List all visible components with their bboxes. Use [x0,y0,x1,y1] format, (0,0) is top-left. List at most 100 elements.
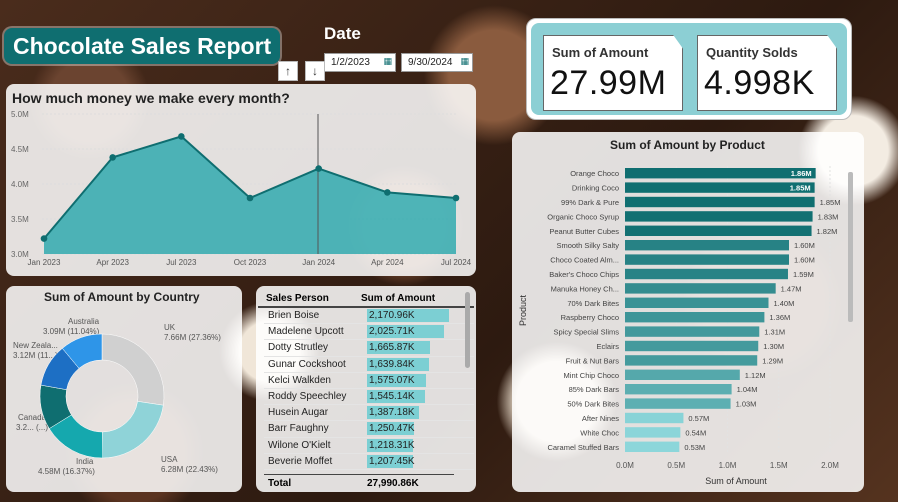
donut-slice-usa[interactable] [102,401,164,459]
x-tick-label: Apr 2024 [371,258,404,267]
bar[interactable] [625,441,680,452]
value-label: 1.85M [790,184,811,193]
amount-cell: 2,170.96K [367,309,449,323]
bar[interactable] [625,326,760,337]
x-tick-label: 1.0M [719,461,737,470]
amount-cell: 2,025.71K [367,325,449,339]
bar[interactable] [625,312,765,323]
bar[interactable] [625,369,740,380]
x-tick-label: Oct 2023 [234,258,267,267]
table-row[interactable]: Roddy Speechley 1,545.14K [264,389,474,406]
product-bar-chart[interactable]: Sum of Amount Product 0.0M 0.5M 1.0M 1.5M 2.… [512,132,864,492]
sales-person-name: Wilone O'Kielt [268,439,331,451]
donut-label: 3.12M (11...) [13,351,58,360]
value-label: 1.04M [737,385,758,394]
data-point[interactable] [178,133,185,140]
kpi-value: 27.99M [550,64,667,102]
bar[interactable] [625,412,684,424]
donut-label: India [76,457,94,466]
bar[interactable] [625,268,788,280]
bar[interactable] [625,225,812,236]
value-label: 1.31M [764,328,785,337]
data-point[interactable] [109,154,116,161]
bar[interactable] [625,254,789,265]
category-label: Fruit & Nut Bars [566,356,620,365]
country-donut-chart[interactable]: UK 7.66M (27.36%) USA 6.28M (22.43%) Ind… [6,286,242,492]
end-date-input[interactable]: 9/30/2024 ▦ [401,53,473,72]
bar[interactable] [625,297,769,308]
y-tick-label: 4.5M [11,145,29,154]
category-label: 85% Dark Bars [569,385,620,394]
table-row[interactable]: Husein Augar 1,387.18K [264,405,474,422]
table-row[interactable]: Dotty Strutley 1,665.87K [264,340,474,357]
value-label: 1.47M [781,284,802,293]
data-point[interactable] [384,189,391,196]
value-label: 1.03M [736,400,757,409]
kpi-label: Quantity Solds [706,45,798,60]
data-point[interactable] [246,194,254,202]
end-date-value: 9/30/2024 [408,57,453,68]
donut-label: Australia [68,317,100,326]
column-header-amount[interactable]: Sum of Amount [361,293,443,304]
category-label: Smooth Silky Salty [556,241,619,250]
value-label: 1.40M [774,299,795,308]
table-row[interactable]: Beverie Moffet 1,207.45K [264,454,474,470]
bar[interactable] [625,196,815,208]
data-point[interactable] [315,165,322,172]
amount-value: 1,218.31K [369,439,415,451]
category-label: Peanut Butter Cubes [549,227,619,236]
drill-up-button[interactable]: ↑ [278,61,298,81]
table-row[interactable]: Barr Faughny 1,250.47K [264,421,474,438]
value-label: 0.53M [684,443,705,452]
category-label: After Nines [582,414,619,423]
bar[interactable] [625,168,816,179]
table-row[interactable]: Gunar Cockshoot 1,639.84K [264,357,474,373]
amount-value: 1,387.18K [369,407,415,419]
x-axis-label: Sum of Amount [705,476,767,486]
table-row[interactable]: Kelci Walkden 1,575.07K [264,373,474,389]
donut-slice-uk[interactable] [101,333,165,406]
donut-label: 3.2... (...) [16,423,48,432]
value-label: 1.85M [820,198,841,207]
donut-label: 6.28M (22.43%) [161,465,218,474]
sales-person-table[interactable]: Sales Person Sum of Amount Brien Boise 2,… [258,286,474,492]
bar[interactable] [625,283,776,294]
bar[interactable] [625,398,731,409]
table-row[interactable]: Madelene Upcott 2,025.71K [264,324,474,341]
donut-label: 7.66M (27.36%) [164,333,221,342]
scrollbar[interactable] [848,172,853,322]
bar[interactable] [625,240,789,251]
scrollbar[interactable] [465,292,470,368]
amount-cell: 1,207.45K [367,454,449,468]
category-label: Eclairs [596,342,619,351]
table-total-row: Total 27,990.86K [264,474,454,489]
bar[interactable] [625,427,681,438]
category-label: Caramel Stuffed Bars [547,443,619,452]
x-tick-label: Jul 2023 [166,258,197,267]
bar[interactable] [625,182,815,193]
calendar-icon[interactable]: ▦ [460,56,469,67]
value-label: 0.54M [685,428,706,437]
value-label: 0.57M [688,414,709,423]
table-row[interactable]: Brien Boise 2,170.96K [264,308,474,325]
category-label: Choco Coated Alm... [550,256,619,265]
value-label: 1.30M [763,342,784,351]
monthly-line-chart[interactable]: 5.0M 4.5M 4.0M 3.5M 3.0MJan 2023 Apr 2023 Jul … [6,84,476,276]
kpi-card-amount: Sum of Amount 27.99M [543,35,683,111]
category-label: White Choc [580,428,619,437]
drill-down-button[interactable]: ↓ [305,61,325,81]
start-date-input[interactable]: 1/2/2023 ▦ [324,53,396,72]
value-label: 1.59M [793,270,814,279]
table-row[interactable]: Wilone O'Kielt 1,218.31K [264,438,474,454]
bar[interactable] [625,211,813,222]
bar[interactable] [625,355,758,366]
bar[interactable] [625,384,732,395]
bar[interactable] [625,340,759,352]
data-point[interactable] [452,194,460,202]
data-point[interactable] [40,235,48,242]
calendar-icon[interactable]: ▦ [383,56,392,67]
sales-person-name: Barr Faughny [268,423,329,435]
column-header-sales-person[interactable]: Sales Person [258,293,361,304]
y-tick-label: 3.5M [11,215,29,224]
report-title: Chocolate Sales Report [4,28,280,64]
